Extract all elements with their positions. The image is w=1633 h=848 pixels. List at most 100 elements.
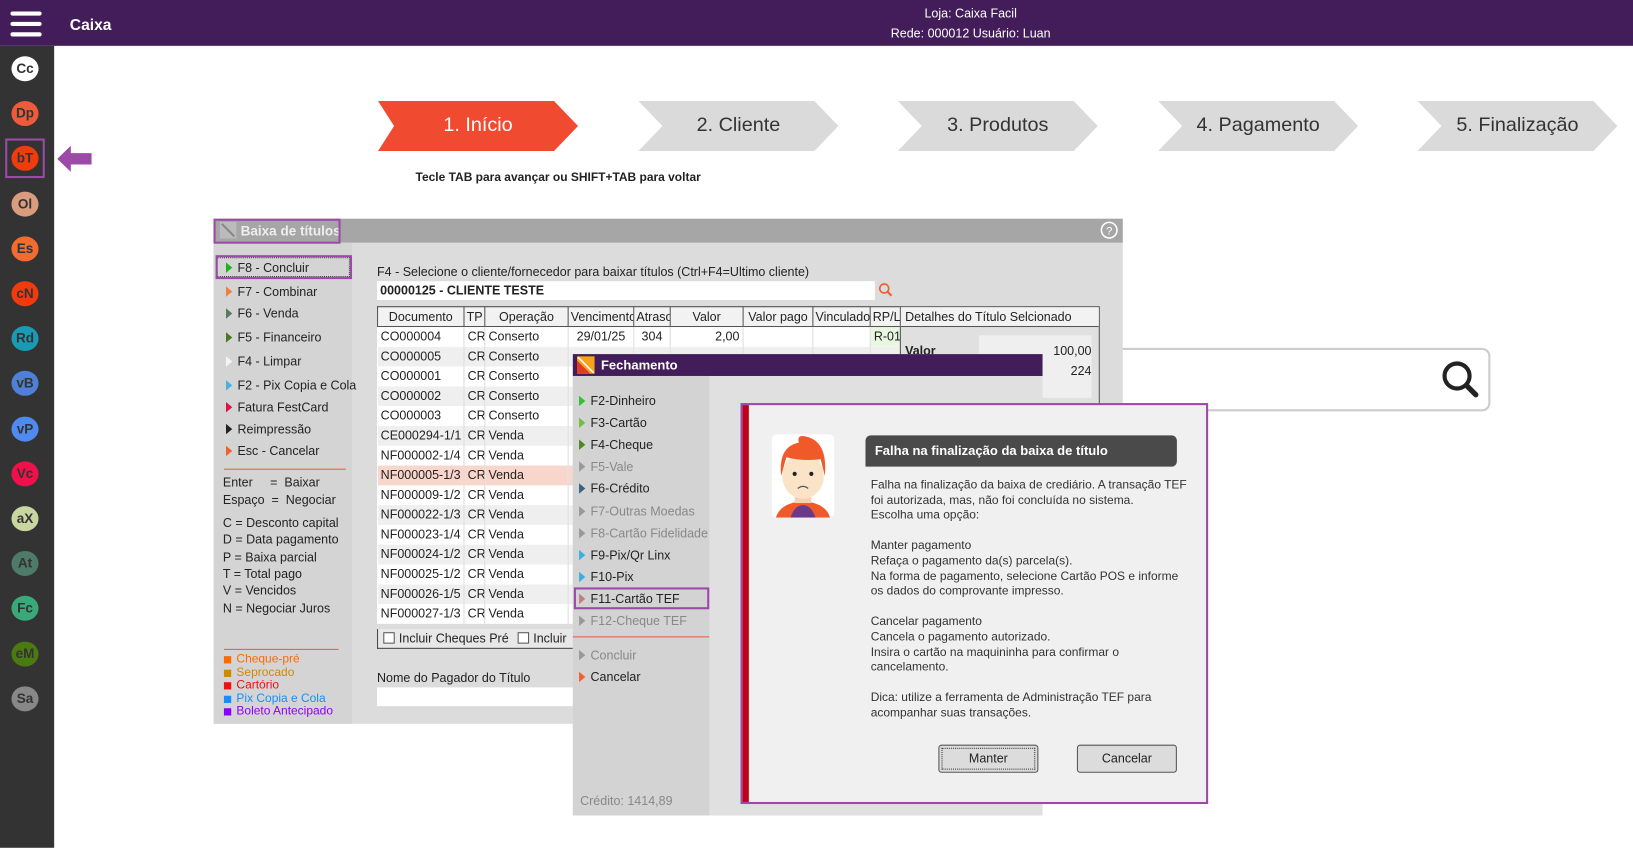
menu-icon[interactable]: [10, 11, 42, 37]
table-cell: CO000005: [377, 346, 465, 367]
sidebar-item-em[interactable]: eM: [11, 641, 39, 667]
table-cell: CR: [463, 405, 486, 426]
column-header[interactable]: RP/L: [869, 306, 902, 328]
title-highlight-box: [213, 218, 341, 244]
table-cell: 29/01/25: [568, 326, 635, 347]
table-cell: CR: [463, 484, 486, 505]
legend-label: Boleto Antecipado: [236, 705, 333, 718]
menu-item-3[interactable]: F5 - Financeiro: [226, 330, 322, 345]
arrow-right-icon: [226, 286, 233, 297]
step-4[interactable]: 4. Pagamento: [1158, 101, 1359, 152]
divider: [223, 648, 339, 650]
search-icon[interactable]: [1440, 359, 1480, 399]
divider: [223, 468, 346, 470]
table-cell: NF000005-1/3: [377, 465, 465, 485]
fechamento-action-concluir[interactable]: Concluir: [579, 648, 636, 662]
column-header[interactable]: Valor pago: [742, 306, 814, 328]
payer-input[interactable]: [377, 687, 575, 707]
include-checkbox[interactable]: [517, 632, 530, 644]
menu-item-2[interactable]: F6 - Venda: [226, 306, 299, 321]
menu-item-label: Fatura FestCard: [237, 399, 329, 415]
sidebar-item-dp[interactable]: Dp: [11, 101, 39, 127]
payment-method-5[interactable]: F7-Outras Moedas: [579, 504, 695, 518]
arrow-right-icon: [226, 445, 233, 457]
menu-item-6[interactable]: Fatura FestCard: [226, 400, 328, 415]
menu-item-1[interactable]: F7 - Combinar: [226, 284, 317, 299]
table-cell: NF000025-1/2: [377, 563, 465, 584]
shortcut-code: D = Data pagamento: [222, 532, 339, 548]
menu-item-8[interactable]: Esc - Cancelar: [226, 444, 319, 458]
sidebar-item-rd[interactable]: Rd: [11, 326, 39, 352]
step-5[interactable]: 5. Finalização: [1417, 101, 1618, 152]
legend-label: Cartório: [236, 679, 280, 692]
search-client-icon[interactable]: [878, 282, 894, 298]
payment-method-2[interactable]: F4-Cheque: [579, 438, 653, 452]
table-cell: [743, 326, 814, 347]
keep-payment-button[interactable]: Manter: [938, 744, 1039, 773]
column-header[interactable]: Atraso: [633, 306, 671, 328]
top-bar: Caixa Loja: Caixa Facil Rede: 000012 Usu…: [0, 0, 1633, 46]
arrow-left-icon: [57, 145, 92, 172]
arrow-right-icon: [579, 417, 586, 429]
sidebar-item-at[interactable]: At: [11, 551, 39, 577]
sidebar-item-vc[interactable]: Vc: [11, 461, 39, 487]
menu-item-7[interactable]: Reimpressão: [226, 422, 311, 436]
message-line: Refaça o pagamento da(s) parcela(s).: [870, 555, 1073, 568]
help-icon[interactable]: ?: [1100, 221, 1119, 240]
payment-method-1[interactable]: F3-Cartão: [579, 416, 647, 430]
step-3[interactable]: 3. Produtos: [897, 101, 1098, 152]
arrow-right-icon: [579, 571, 586, 582]
payment-method-0[interactable]: F2-Dinheiro: [579, 394, 656, 408]
payment-method-7[interactable]: F9-Pix/Qr Linx: [579, 547, 671, 563]
table-cell: NF000002-1/4: [377, 445, 465, 466]
sidebar-item-cc[interactable]: Cc: [11, 56, 39, 82]
table-cell: Venda: [484, 484, 569, 505]
message-line: Escolha uma opção:: [870, 509, 980, 522]
sidebar-item-vp[interactable]: vP: [11, 416, 39, 442]
table-cell: CR: [463, 504, 486, 525]
table-cell: Conserto: [484, 405, 569, 426]
step-1[interactable]: 1. Início: [378, 101, 579, 152]
arrow-right-icon: [579, 549, 586, 561]
payment-method-4[interactable]: F6-Crédito: [579, 482, 650, 496]
column-header[interactable]: TP: [463, 306, 486, 328]
sidebar-item-cn[interactable]: cN: [11, 281, 39, 307]
column-header[interactable]: Operação: [484, 306, 569, 328]
legend-label: Seprocado: [236, 666, 295, 679]
column-header[interactable]: Valor: [669, 306, 744, 328]
table-cell: CR: [463, 445, 486, 466]
client-input[interactable]: 00000125 - CLIENTE TESTE: [377, 281, 875, 300]
payment-method-label: F9-Pix/Qr Linx: [590, 547, 671, 563]
table-cell: Venda: [484, 524, 569, 545]
sidebar-item-es[interactable]: Es: [11, 236, 39, 262]
menu-item-5[interactable]: F2 - Pix Copia e Cola: [226, 378, 356, 393]
menu-item-4[interactable]: F4 - Limpar: [226, 354, 301, 369]
step-2[interactable]: 2. Cliente: [638, 101, 839, 152]
payment-method-label: F10-Pix: [590, 569, 634, 585]
sidebar-item-sa[interactable]: Sa: [11, 686, 39, 712]
shortcut-info: Espaço = Negociar: [222, 492, 336, 508]
payment-method-10[interactable]: F12-Cheque TEF: [579, 613, 687, 628]
column-header[interactable]: Vencimento: [567, 306, 635, 328]
sidebar-item-vb[interactable]: vB: [11, 371, 39, 397]
include-cheques-checkbox[interactable]: [383, 632, 395, 644]
table-row[interactable]: CO000004 CR Conserto 29/01/25 304 2,00 R-01: [377, 326, 902, 347]
payment-method-6[interactable]: F8-Cartão Fidelidade: [579, 526, 708, 540]
fechamento-action-cancelar[interactable]: Cancelar: [579, 670, 641, 684]
sidebar-item-fc[interactable]: Fc: [11, 596, 39, 622]
table-cell: 304: [633, 326, 671, 347]
table-cell: Venda: [484, 583, 569, 604]
payment-method-3[interactable]: F5-Vale: [579, 460, 633, 474]
cancel-payment-button[interactable]: Cancelar: [1076, 744, 1177, 773]
shortcut-code: T = Total pago: [222, 566, 302, 582]
menu-item-label: F6 - Venda: [237, 306, 299, 321]
table-cell: NF000023-1/4: [377, 524, 465, 545]
column-header[interactable]: Documento: [377, 306, 465, 328]
sidebar-item-ol[interactable]: Ol: [11, 191, 39, 217]
sidebar-item-ax[interactable]: aX: [11, 506, 39, 532]
payment-method-8[interactable]: F10-Pix: [579, 569, 634, 584]
shortcut-info: Enter = Baixar: [222, 474, 320, 490]
message-line: Na forma de pagamento, selecione Cartão …: [870, 570, 1179, 583]
column-header[interactable]: Vinculado: [812, 306, 871, 328]
shortcut-code: V = Vencidos: [222, 583, 297, 599]
